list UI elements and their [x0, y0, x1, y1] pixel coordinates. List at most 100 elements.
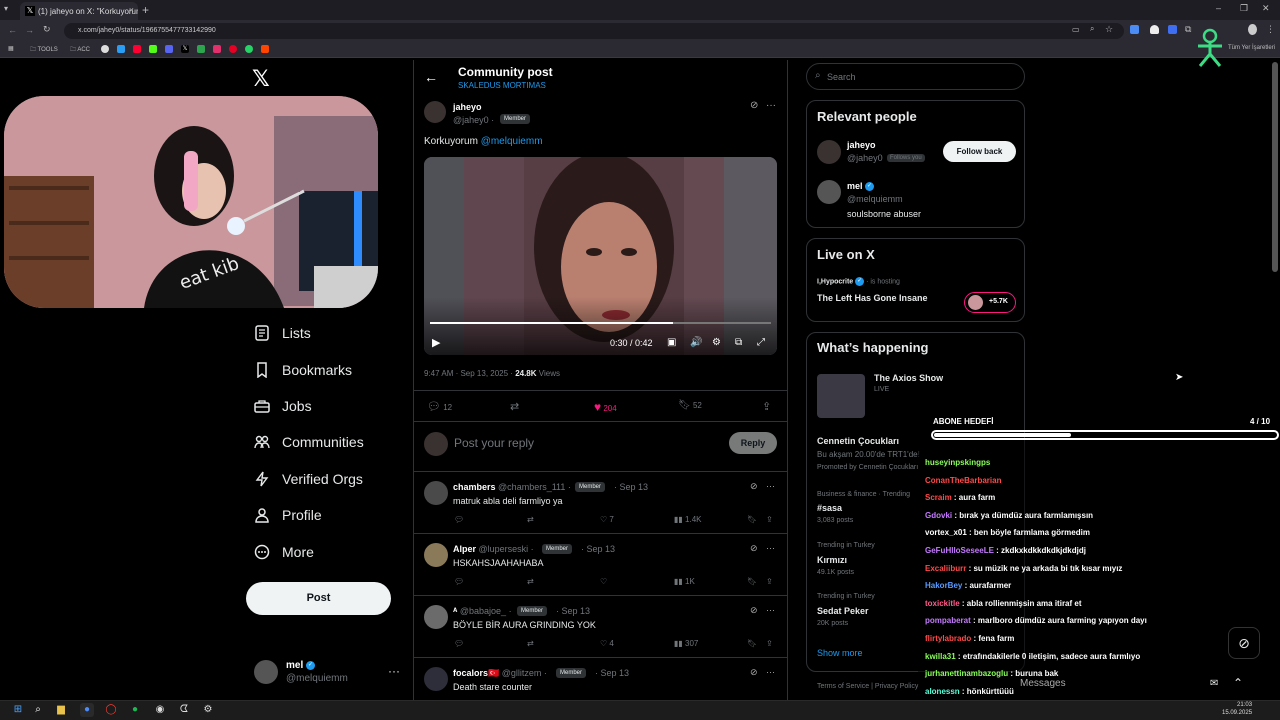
new-tab-button[interactable]: +	[142, 3, 149, 17]
grok-icon[interactable]: ⊘	[750, 100, 758, 111]
post-handle[interactable]: @jahey0 ·	[453, 115, 494, 125]
extension-icon-2[interactable]	[1168, 25, 1177, 34]
browser-menu-icon[interactable]: ⋮	[1266, 24, 1275, 35]
close-window-icon[interactable]: ✕	[1262, 3, 1270, 14]
views-action[interactable]: ▮▮ 307	[674, 639, 698, 648]
youtube-bookmark-icon[interactable]	[133, 45, 141, 53]
address-bar[interactable]: x.com/jahey0/status/1966755477733142990	[64, 23, 1124, 39]
chat-username[interactable]: Excaliiburr	[925, 564, 966, 573]
profile-avatar-icon[interactable]	[1248, 24, 1257, 35]
app-icon-2[interactable]: ⚙	[201, 703, 215, 717]
chat-username[interactable]: Gdovki	[925, 511, 952, 520]
taskbar-clock[interactable]: 21:03 15.09.2025	[1222, 701, 1252, 717]
reply-input[interactable]: Post your reply	[454, 436, 534, 450]
like-action[interactable]: ♥ 204	[594, 400, 617, 414]
follow-back-button[interactable]: Follow back	[943, 141, 1016, 162]
video-player[interactable]	[424, 157, 777, 355]
share-icon[interactable]: ⇪	[766, 639, 773, 648]
person-handle[interactable]: @melquiemm	[847, 194, 903, 204]
nav-item-jobs[interactable]: Jobs	[254, 394, 312, 418]
share-icon[interactable]: ⇪	[766, 515, 773, 524]
reply-author[interactable]: chambers @chambers_111 ·	[453, 482, 571, 492]
all-bookmarks[interactable]: Tüm Yer İşaretleri	[1228, 45, 1275, 51]
like-action[interactable]: ♡ 4	[600, 639, 614, 648]
chat-username[interactable]: ConanTheBarbarian	[925, 476, 1001, 485]
person-name[interactable]: jaheyo	[847, 140, 876, 150]
search-icon[interactable]: ⌕	[31, 703, 45, 717]
settings-gear-icon[interactable]: ⚙	[712, 337, 721, 348]
footer-links[interactable]: Terms of Service | Privacy Policy	[817, 683, 918, 690]
post-button[interactable]: Post	[246, 582, 391, 615]
reply-button[interactable]: Reply	[729, 432, 777, 454]
chat-username[interactable]: kwilla31	[925, 652, 956, 661]
chat-username[interactable]: toxickitle	[925, 599, 960, 608]
spotify-icon[interactable]: ●	[128, 703, 142, 717]
grok-icon[interactable]: ⊘	[750, 543, 758, 554]
messages-drawer-label[interactable]: Messages	[1020, 678, 1066, 689]
close-tab-icon[interactable]: ×	[129, 5, 134, 15]
live-listeners-pill[interactable]: +5.7K	[964, 292, 1016, 313]
shield-extension-icon[interactable]	[1150, 25, 1159, 34]
avatar[interactable]	[817, 180, 841, 204]
reload-icon[interactable]: ↻	[43, 24, 51, 35]
bookmark-icon[interactable]: 🔖︎	[747, 577, 757, 586]
zoom-icon[interactable]: ⌕	[1090, 24, 1094, 34]
bookmark-action[interactable]: 🔖︎ 52	[678, 400, 702, 411]
chat-username[interactable]: GeFuHlloSeseeLE	[925, 546, 994, 555]
volume-icon[interactable]: 🔊	[690, 337, 702, 348]
live-space-title[interactable]: The Left Has Gone Insane	[817, 293, 928, 303]
repost-icon[interactable]: ⇄	[527, 639, 534, 648]
like-action[interactable]: ♡ 7	[600, 515, 614, 524]
kick-bookmark-icon[interactable]	[149, 45, 157, 53]
post-author[interactable]: jaheyo	[453, 102, 482, 112]
play-icon[interactable]: ▶	[432, 336, 440, 349]
google-bookmark-icon[interactable]	[101, 45, 109, 53]
x-logo-icon[interactable]: 𝕏	[252, 66, 270, 92]
chat-username[interactable]: huseyinpskingps	[925, 458, 990, 467]
nav-item-profile[interactable]: Profile	[254, 503, 322, 527]
file-explorer-icon[interactable]: ▆	[54, 703, 68, 717]
chat-username[interactable]: Scraim	[925, 493, 952, 502]
extension-icon[interactable]	[1130, 25, 1139, 34]
repost-icon[interactable]: ⇄	[527, 515, 534, 524]
reply-action[interactable]: 💬︎ 12	[427, 400, 452, 413]
nav-item-bookmarks[interactable]: Bookmarks	[254, 358, 352, 382]
browser-tab[interactable]: 𝕏 (1) jaheyo on X: "Korkuyorum @ ×	[20, 2, 138, 20]
discord-bookmark-icon[interactable]	[165, 45, 173, 53]
back-arrow-icon[interactable]: ←	[424, 69, 438, 85]
minimize-icon[interactable]: –	[1216, 3, 1221, 13]
grok-button[interactable]: ⊘	[1228, 627, 1260, 659]
avatar[interactable]	[424, 543, 448, 567]
reply-icon[interactable]: 💬︎	[454, 515, 464, 524]
live-host-row[interactable]: I,Hypocrite ✓ · is hosting	[817, 277, 900, 286]
bookmark-folder-acc[interactable]: 🗀 ACC	[70, 45, 90, 55]
reply-author[interactable]: ᴬ @babajoe_ ·	[453, 606, 512, 616]
nav-item-lists[interactable]: Lists	[254, 321, 311, 345]
chrome-icon[interactable]: ●	[80, 703, 94, 717]
tab-menu-icon[interactable]: ▾	[4, 4, 8, 13]
forward-nav-icon[interactable]: →	[25, 25, 34, 35]
chat-username[interactable]: pompaberat	[925, 616, 971, 625]
avatar[interactable]	[424, 101, 446, 123]
x-bookmark-icon[interactable]: 𝕏	[181, 45, 189, 53]
nav-item-verified-orgs[interactable]: Verified Orgs	[254, 467, 363, 491]
pip-icon[interactable]: ⧉	[735, 337, 742, 348]
nav-item-communities[interactable]: Communities	[254, 430, 364, 454]
app-icon[interactable]: ᗧ	[177, 703, 191, 717]
bookmark-icon-2[interactable]	[117, 45, 125, 53]
views-action[interactable]: ▮▮ 1.4K	[674, 515, 702, 524]
apps-grid-icon[interactable]: ▦	[8, 45, 14, 52]
captions-icon[interactable]: ▣	[667, 337, 676, 348]
avatar[interactable]	[817, 140, 841, 164]
grok-icon[interactable]: ⊘	[750, 481, 758, 492]
chat-username[interactable]: jurhanettinambazoglu	[925, 669, 1008, 678]
bookmark-folder-tools[interactable]: 🗀 TOOLS	[30, 45, 58, 55]
obs-icon[interactable]: ◉	[153, 703, 167, 717]
views-action[interactable]: ▮▮ 1K	[674, 577, 695, 586]
start-icon[interactable]: ⊞	[11, 703, 25, 717]
trend-name[interactable]: Sedat Peker	[817, 606, 869, 616]
mention-link[interactable]: @melquiemm	[481, 136, 543, 147]
back-nav-icon[interactable]: ←	[8, 25, 17, 35]
account-menu-icon[interactable]: ···	[388, 664, 400, 678]
grok-icon[interactable]: ⊘	[750, 667, 758, 678]
